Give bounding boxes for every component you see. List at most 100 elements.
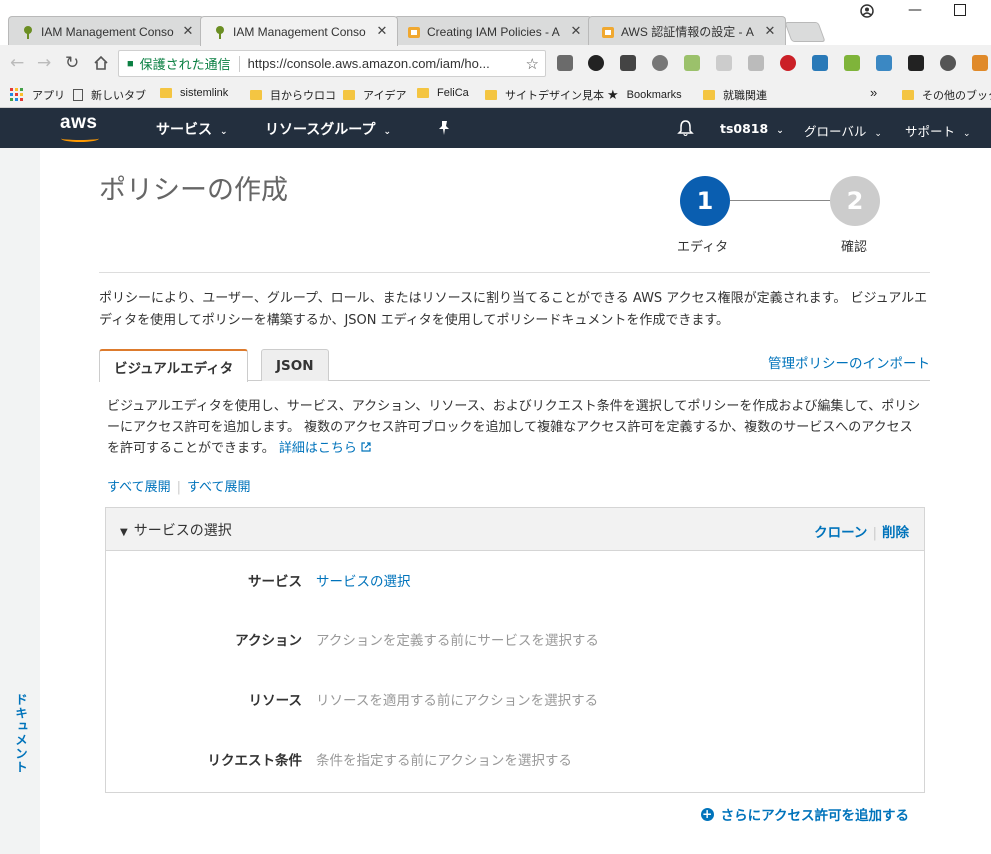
forward-icon[interactable]: → <box>37 53 51 73</box>
android-extension-icon[interactable] <box>844 55 860 71</box>
close-icon[interactable]: ✕ <box>763 24 777 39</box>
account-menu[interactable]: ts0818 ⌄ <box>720 121 784 136</box>
request-conditions-placeholder: 条件を指定する前にアクションを選択する <box>316 753 572 769</box>
bookmark-folder[interactable]: FeliCa <box>417 87 469 99</box>
bookmark-sistemlink[interactable]: sistemlink <box>160 87 228 99</box>
step-connector <box>730 200 830 201</box>
new-tab-button[interactable] <box>784 22 826 42</box>
extension-icon[interactable] <box>972 55 988 71</box>
bookmark-folder[interactable]: 目からウロコ <box>250 87 336 103</box>
chevron-down-icon: ⌄ <box>963 129 971 139</box>
documentation-label[interactable]: ドキュメント <box>11 693 30 774</box>
step-2-indicator: 2 <box>830 176 880 226</box>
url-text[interactable]: https://console.aws.amazon.com/iam/ho... <box>248 56 526 71</box>
browser-tab-creating-policies[interactable]: Creating IAM Policies - A ✕ <box>394 16 592 46</box>
home-icon[interactable] <box>93 55 109 71</box>
pinterest-extension-icon[interactable] <box>780 55 796 71</box>
aws-docs-favicon-icon <box>602 26 614 38</box>
bookmark-folder[interactable]: アイデア <box>343 87 406 103</box>
editor-tabs: ビジュアルエディタ JSON 管理ポリシーのインポート <box>99 349 930 382</box>
actions-row: アクション アクションを定義する前にサービスを選択する <box>106 629 924 651</box>
extension-icon[interactable] <box>620 55 636 71</box>
actions-placeholder: アクションを定義する前にサービスを選択する <box>316 633 599 649</box>
external-link-icon <box>361 442 371 452</box>
choose-service-link[interactable]: サービスの選択 <box>316 570 411 590</box>
close-icon[interactable]: ✕ <box>569 24 583 39</box>
bookmark-folder[interactable]: 就職関連 <box>703 87 767 103</box>
services-menu[interactable]: サービス ⌄ <box>156 119 228 139</box>
browser-tab-strip: IAM Management Conso ✕ IAM Management Co… <box>0 0 991 46</box>
bookmark-new-tab[interactable]: 新しいタブ <box>73 87 146 103</box>
pin-icon[interactable] <box>437 120 451 136</box>
terminal-extension-icon[interactable] <box>908 55 924 71</box>
browser-tab-iam-1[interactable]: IAM Management Conso ✕ <box>8 16 204 46</box>
visual-editor-description: ビジュアルエディタを使用し、サービス、アクション、リソース、およびリクエスト条件… <box>107 399 921 456</box>
documentation-sidebar[interactable]: ドキュメント <box>0 148 40 854</box>
service-row: サービス サービスの選択 <box>106 570 924 592</box>
step-1-label: エディタ <box>677 240 729 255</box>
close-icon[interactable]: ✕ <box>181 24 195 39</box>
tab-json[interactable]: JSON <box>261 349 329 381</box>
add-permissions-button[interactable]: + さらにアクセス許可を追加する <box>700 804 909 824</box>
apps-grid-icon <box>10 88 23 101</box>
extension-icon[interactable] <box>876 55 892 71</box>
extension-icon[interactable] <box>716 55 732 71</box>
extension-icon[interactable] <box>812 55 828 71</box>
plus-circle-icon: + <box>700 806 714 821</box>
address-bar[interactable]: ■ 保護された通信 https://console.aws.amazon.com… <box>118 50 546 77</box>
close-icon[interactable]: ✕ <box>375 24 389 39</box>
permission-block-header[interactable]: ▼ サービスの選択 クローン | 削除 <box>106 508 924 551</box>
aws-logo[interactable]: aws <box>60 112 99 142</box>
aws-smile-icon <box>61 135 99 142</box>
rss-extension-icon[interactable] <box>748 55 764 71</box>
request-conditions-row: リクエスト条件 条件を指定する前にアクションを選択する <box>106 749 924 771</box>
browser-tab-iam-2[interactable]: IAM Management Conso ✕ <box>200 16 398 46</box>
folder-icon <box>417 88 429 98</box>
iam-favicon-icon <box>216 25 224 39</box>
learn-more-link[interactable]: 詳細はこちら <box>279 441 371 456</box>
expand-all-link[interactable]: すべて展開 <box>107 480 171 495</box>
intro-text: ポリシーにより、ユーザー、グループ、ロール、またはリソースに割り当てることができ… <box>99 291 928 328</box>
bookmark-other[interactable]: その他のブック <box>902 87 991 103</box>
request-conditions-label: リクエスト条件 <box>207 753 303 769</box>
divider <box>99 272 930 273</box>
expand-links: すべて展開 | すべて展開 <box>107 480 251 495</box>
maximize-icon[interactable] <box>954 4 966 16</box>
bookmark-star-icon[interactable]: ☆ <box>526 55 539 73</box>
extension-icon[interactable] <box>684 55 700 71</box>
reload-icon[interactable]: ↻ <box>65 53 79 73</box>
support-menu[interactable]: サポート ⌄ <box>905 121 971 140</box>
permission-block: ▼ サービスの選択 クローン | 削除 サービス サービスの選択 アクション アクショ… <box>105 507 925 793</box>
tab-visual-editor[interactable]: ビジュアルエディタ <box>99 349 249 382</box>
minimize-icon[interactable]: — <box>908 2 922 18</box>
bookmark-bookmarks[interactable]: ★ Bookmarks <box>607 87 682 103</box>
browser-tab-aws-credentials[interactable]: AWS 認証情報の設定 - A ✕ <box>588 16 786 46</box>
folder-icon <box>250 90 262 100</box>
settings-extension-icon[interactable] <box>588 55 604 71</box>
delete-button[interactable]: 削除 <box>882 525 909 541</box>
resource-groups-menu[interactable]: リソースグループ ⌄ <box>265 119 391 139</box>
back-icon[interactable]: ← <box>10 53 24 73</box>
bookmark-apps[interactable]: アプリ <box>10 87 65 103</box>
page-icon <box>73 89 83 101</box>
actions-label: アクション <box>235 633 302 649</box>
browser-toolbar: ← → ↻ ■ 保護された通信 https://console.aws.amaz… <box>0 45 991 82</box>
resources-placeholder: リソースを適用する前にアクションを選択する <box>316 693 599 709</box>
profile-icon[interactable] <box>860 4 874 18</box>
region-menu[interactable]: グローバル ⌄ <box>804 121 882 140</box>
bookmark-folder[interactable]: サイトデザイン見本 <box>485 87 604 103</box>
bell-icon[interactable] <box>677 119 694 137</box>
panel-title[interactable]: ▼ サービスの選択 <box>120 520 232 540</box>
import-managed-policy-link[interactable]: 管理ポリシーのインポート <box>768 352 930 372</box>
expand-all-link[interactable]: すべて展開 <box>187 480 251 495</box>
eye-extension-icon[interactable] <box>940 55 956 71</box>
browser-tab-title: AWS 認証情報の設定 - A <box>621 25 754 39</box>
extension-icon[interactable] <box>652 55 668 71</box>
step-2-label: 確認 <box>841 240 868 255</box>
bookmarks-overflow-button[interactable]: » <box>870 85 877 100</box>
caret-down-icon: ▼ <box>120 527 128 538</box>
chevron-down-icon: ⌄ <box>220 127 228 137</box>
step-1-indicator: 1 <box>680 176 730 226</box>
clone-button[interactable]: クローン <box>814 525 867 541</box>
eyedropper-extension-icon[interactable] <box>557 55 573 71</box>
